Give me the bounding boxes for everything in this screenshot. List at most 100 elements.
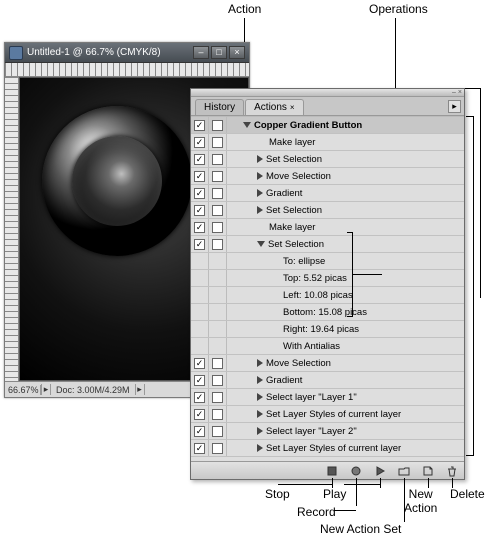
action-step-row[interactable]: Select layer "Layer 2" [191,423,464,440]
action-step-row[interactable]: Set Selection [191,202,464,219]
disclosure-triangle-icon[interactable] [257,393,263,401]
ruler-horizontal[interactable] [5,63,249,77]
dialog-checkbox[interactable] [212,239,223,250]
new-action-button[interactable] [421,464,434,477]
status-menu[interactable]: ▸ [135,384,145,395]
disclosure-triangle-icon[interactable] [257,172,263,180]
actions-panel: – × History Actions× ▸ Copper Gradient B… [190,88,465,480]
tab-actions[interactable]: Actions× [245,99,303,115]
disclosure-triangle-icon[interactable] [257,427,263,435]
maximize-button[interactable]: □ [211,46,227,59]
disclosure-triangle-icon[interactable] [257,206,263,214]
callout-stop: Stop [265,487,290,501]
action-step-row[interactable]: Gradient [191,372,464,389]
dialog-checkbox[interactable] [212,120,223,131]
action-step-row[interactable]: Left: 10.08 picas [191,287,464,304]
action-step-row[interactable]: Gradient [191,185,464,202]
actions-list: Copper Gradient Button Make layerSet Sel… [191,116,464,461]
step-label: Gradient [266,188,302,199]
disclosure-triangle-icon[interactable] [257,376,263,384]
callout-line [380,478,381,488]
action-set-row[interactable]: Copper Gradient Button [191,117,464,134]
step-label: Make layer [269,222,315,233]
close-button[interactable]: × [229,46,245,59]
action-step-row[interactable]: To: ellipse [191,253,464,270]
delete-button[interactable] [445,464,458,477]
panel-minimize[interactable]: – [452,89,456,96]
toggle-checkbox[interactable] [194,154,205,165]
disclosure-triangle-icon[interactable] [257,444,263,452]
tab-close-icon[interactable]: × [290,103,295,112]
action-step-row[interactable]: Move Selection [191,168,464,185]
action-step-row[interactable]: With Antialias [191,338,464,355]
callout-line [278,484,332,485]
dialog-checkbox[interactable] [212,375,223,386]
disclosure-triangle-icon[interactable] [257,241,265,247]
callout-new-action: New Action [404,487,437,515]
toggle-checkbox[interactable] [194,222,205,233]
dialog-checkbox[interactable] [212,443,223,454]
dialog-checkbox[interactable] [212,392,223,403]
panel-menu-button[interactable]: ▸ [448,100,461,113]
action-step-row[interactable]: Make layer [191,134,464,151]
dialog-checkbox[interactable] [212,358,223,369]
callout-delete: Delete [450,487,485,501]
step-label: Set Layer Styles of current layer [266,409,401,420]
dialog-checkbox[interactable] [212,171,223,182]
toggle-checkbox[interactable] [194,392,205,403]
action-step-row[interactable]: Right: 19.64 picas [191,321,464,338]
action-step-row[interactable]: Bottom: 15.08 picas [191,304,464,321]
toggle-checkbox[interactable] [194,137,205,148]
toggle-checkbox[interactable] [194,375,205,386]
toggle-checkbox[interactable] [194,239,205,250]
dialog-checkbox[interactable] [212,205,223,216]
step-label: Bottom: 15.08 picas [283,307,367,318]
toggle-checkbox[interactable] [194,443,205,454]
action-step-row[interactable]: Select layer "Layer 1" [191,389,464,406]
dialog-checkbox[interactable] [212,188,223,199]
minimize-button[interactable]: – [193,46,209,59]
action-set-name: Copper Gradient Button [254,120,362,131]
dialog-checkbox[interactable] [212,426,223,437]
step-label: Set Selection [266,205,322,216]
window-buttons: – □ × [193,46,245,59]
disclosure-triangle-icon[interactable] [243,122,251,128]
dialog-checkbox[interactable] [212,137,223,148]
ruler-vertical[interactable] [5,77,19,381]
record-button[interactable] [349,464,362,477]
disclosure-triangle-icon[interactable] [257,410,263,418]
disclosure-triangle-icon[interactable] [257,155,263,163]
action-step-row[interactable]: Set Selection [191,151,464,168]
toggle-checkbox[interactable] [194,188,205,199]
toggle-checkbox[interactable] [194,205,205,216]
tab-history[interactable]: History [195,99,244,115]
toggle-checkbox[interactable] [194,171,205,182]
action-step-row[interactable]: Move Selection [191,355,464,372]
callout-line [334,510,356,511]
toggle-checkbox[interactable] [194,409,205,420]
panel-tabs: History Actions× ▸ [191,97,464,116]
disclosure-triangle-icon[interactable] [257,189,263,197]
action-step-row[interactable]: Set Layer Styles of current layer [191,440,464,457]
toggle-checkbox[interactable] [194,426,205,437]
stop-button[interactable] [325,464,338,477]
callout-line [347,232,353,233]
dialog-checkbox[interactable] [212,222,223,233]
action-step-row[interactable]: Set Selection [191,236,464,253]
new-set-button[interactable] [397,464,410,477]
toggle-checkbox[interactable] [194,120,205,131]
panel-titlebar[interactable]: – × [191,89,464,97]
action-step-row[interactable]: Top: 5.52 picas [191,270,464,287]
action-step-row[interactable]: Make layer [191,219,464,236]
toggle-checkbox[interactable] [194,358,205,369]
callout-play: Play [323,487,346,501]
document-titlebar[interactable]: Untitled-1 @ 66.7% (CMYK/8) – □ × [5,43,249,63]
status-expand[interactable]: ▸ [41,384,51,395]
action-step-row[interactable]: Set Layer Styles of current layer [191,406,464,423]
play-button[interactable] [373,464,386,477]
dialog-checkbox[interactable] [212,409,223,420]
panel-close[interactable]: × [458,89,462,96]
zoom-field[interactable]: 66.67% [5,385,41,395]
dialog-checkbox[interactable] [212,154,223,165]
disclosure-triangle-icon[interactable] [257,359,263,367]
